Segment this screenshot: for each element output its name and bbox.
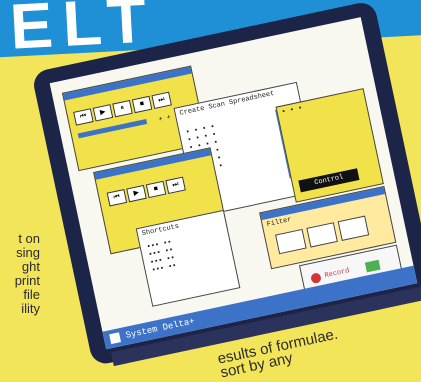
play-icon[interactable]: ▶ [92,104,114,122]
rewind-icon[interactable]: ⏮ [106,189,128,207]
play-icon[interactable]: ▶ [126,184,147,203]
pause-icon[interactable]: ⏸ [112,99,133,118]
shortcuts-panel[interactable]: Shortcuts ▪▪▪ ▪▪ ▪▪▪ ▪▪ ▪▪▪ ▪▪ ▪▪▪ ▪▪ [135,209,241,307]
stop-icon[interactable]: ■ [131,95,153,114]
filter-option-3[interactable] [337,215,370,241]
page-left-blurb: t on sing ght print file ility [14,231,40,316]
filter-option-1[interactable] [275,228,307,255]
status-icon [364,259,381,273]
record-icon[interactable] [310,272,322,285]
forward-icon[interactable]: ⏭ [165,176,186,195]
stop-icon[interactable]: ■ [145,180,167,199]
filter-option-2[interactable] [306,222,338,248]
taskbar-icon[interactable] [109,332,122,345]
forward-icon[interactable]: ⏭ [151,91,172,110]
shortcuts-list: ▪▪▪ ▪▪ ▪▪▪ ▪▪ ▪▪▪ ▪▪ ▪▪▪ ▪▪ [146,238,178,275]
palette-window[interactable]: ▪ ▪ ▪ Control [275,88,384,203]
rewind-icon[interactable]: ⏮ [73,108,94,126]
control-button[interactable]: Control [298,168,360,193]
